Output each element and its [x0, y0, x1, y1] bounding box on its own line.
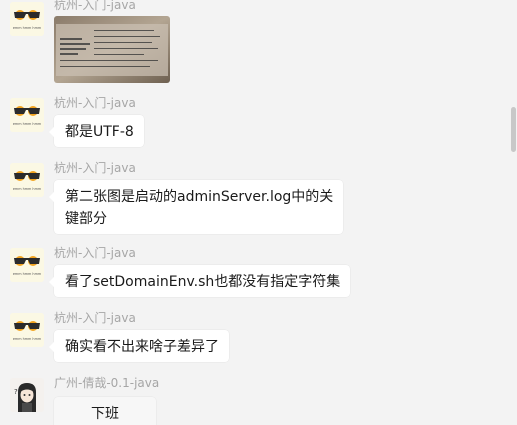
sender-name: 杭州-入门-java: [54, 311, 136, 325]
sender-name: 杭州-入门-java: [54, 161, 136, 175]
photo-icon: [54, 16, 170, 83]
scrollbar-thumb[interactable]: [511, 107, 516, 152]
message-bubble[interactable]: 确实看不出来啥子差异了: [49, 330, 229, 362]
message-text: 都是UTF-8: [65, 124, 134, 140]
sender-name: 杭州-入门-java: [54, 0, 136, 12]
message-bubble[interactable]: 下班: [54, 397, 156, 425]
avatar[interactable]: emm hmm hmm: [10, 2, 44, 36]
avatar-caption: emm hmm hmm: [13, 337, 42, 341]
sunglasses-emoji-avatar-icon: emm hmm hmm: [10, 248, 44, 282]
message-text: 确实看不出来啥子差异了: [65, 339, 219, 355]
message-bubble[interactable]: 第二张图是启动的adminServer.log中的关 键部分: [48, 180, 344, 234]
chat-message-list: emm hmm hmm 杭州-入门-java emm hmm hmm 杭州-入门…: [0, 0, 517, 425]
avatar[interactable]: emm hmm hmm: [10, 98, 44, 132]
question-mark-glyph: ?: [14, 388, 18, 396]
message-text: 看了setDomainEnv.sh也都没有指定字符集: [65, 274, 341, 290]
avatar-caption: emm hmm hmm: [13, 272, 42, 276]
avatar[interactable]: emm hmm hmm: [10, 313, 44, 347]
sender-name: 杭州-入门-java: [54, 96, 136, 110]
image-message-thumbnail[interactable]: [54, 16, 170, 83]
sender-name: 广州-倩哉-0.1-java: [54, 376, 160, 390]
sender-name: 杭州-入门-java: [54, 246, 136, 260]
anime-girl-avatar-icon: ?: [10, 378, 44, 412]
message-text-line: 键部分: [65, 211, 107, 227]
sunglasses-emoji-avatar-icon: emm hmm hmm: [10, 98, 44, 132]
message-bubble[interactable]: 都是UTF-8: [49, 115, 144, 147]
avatar[interactable]: emm hmm hmm: [10, 163, 44, 197]
message-bubble[interactable]: 看了setDomainEnv.sh也都没有指定字符集: [48, 265, 351, 297]
avatar-caption: emm hmm hmm: [13, 122, 42, 126]
sunglasses-emoji-avatar-icon: emm hmm hmm: [10, 163, 44, 197]
avatar-caption: emm hmm hmm: [13, 26, 42, 30]
sunglasses-emoji-avatar-icon: emm hmm hmm: [10, 313, 44, 347]
message-text: 下班: [91, 406, 119, 422]
avatar[interactable]: emm hmm hmm: [10, 248, 44, 282]
avatar[interactable]: ?: [10, 378, 44, 412]
message-text-line: 第二张图是启动的adminServer.log中的关: [65, 189, 334, 205]
sunglasses-emoji-avatar-icon: emm hmm hmm: [10, 2, 44, 36]
avatar-caption: emm hmm hmm: [13, 187, 42, 191]
